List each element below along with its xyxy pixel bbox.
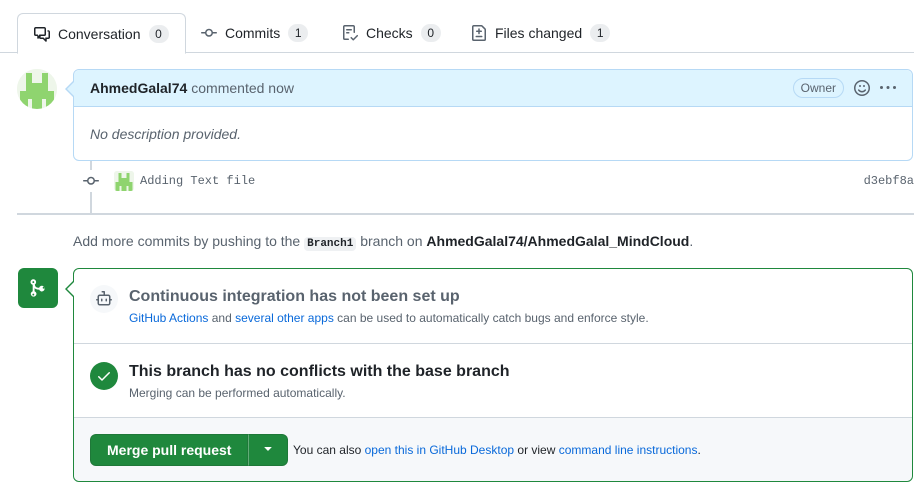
tab-label: Checks [366,25,413,41]
push-hint-prefix: Add more commits by pushing to the [73,233,301,249]
commit-row: Adding Text file d3ebf8a [80,170,914,192]
ci-section: Continuous integration has not been set … [74,269,912,344]
github-actions-link[interactable]: GitHub Actions [129,311,208,325]
tab-commits[interactable]: Commits 1 [185,13,324,53]
tab-count: 1 [590,24,611,42]
robot-icon [90,285,118,313]
repo-name: AhmedGalal74/AhmedGalal_MindCloud [426,233,690,249]
comment-header: AhmedGalal74 commented now Owner [74,70,912,107]
ci-title: Continuous integration has not been set … [129,288,460,305]
triangle-down-icon [260,441,276,460]
ci-rest: can be used to automatically catch bugs … [337,311,649,325]
comment-timestamp[interactable]: commented now [191,80,294,96]
conflicts-section: This branch has no conflicts with the ba… [74,344,912,418]
merge-action-section: Merge pull request You can also open thi… [74,418,912,481]
merge-box: Continuous integration has not been set … [65,268,913,482]
open-desktop-link[interactable]: open this in GitHub Desktop [365,443,514,457]
cli-instructions-link[interactable]: command line instructions [559,443,698,457]
other-apps-link[interactable]: several other apps [235,311,334,325]
comment-body: No description provided. [90,126,241,142]
comment-discussion-icon [34,26,50,42]
conflicts-subtitle: Merging can be performed automatically. [129,386,346,400]
also-prefix: You can also [293,443,362,457]
comment-author-link[interactable]: AhmedGalal74 [90,80,187,96]
merge-alternatives: You can also open this in GitHub Desktop… [293,443,701,457]
branch-name: Branch1 [304,237,357,251]
merge-pull-request-button[interactable]: Merge pull request [90,434,249,466]
conflicts-title: This branch has no conflicts with the ba… [129,363,510,380]
commit-author-avatar[interactable] [114,171,134,191]
tab-files-changed[interactable]: Files changed 1 [455,13,626,53]
tab-count: 0 [420,24,441,42]
merge-button-group: Merge pull request [90,434,289,466]
push-hint: Add more commits by pushing to the Branc… [73,233,694,251]
tab-label: Conversation [58,25,141,42]
git-commit-icon [201,25,217,41]
or-view: or view [517,443,556,457]
timeline-divider [17,213,914,215]
tab-label: Files changed [495,25,583,41]
owner-badge: Owner [792,78,844,98]
tab-count: 0 [148,24,169,43]
tab-count: 1 [288,24,309,42]
git-commit-icon [80,170,102,192]
check-icon [90,362,118,390]
push-hint-middle: branch on [360,233,423,249]
pr-description-comment: AhmedGalal74 commented now Owner No desc… [65,69,913,161]
merge-options-dropdown[interactable] [248,434,289,466]
commit-sha-link[interactable]: d3ebf8a [864,174,914,188]
ci-subtitle: GitHub Actions and several other apps ca… [129,311,649,325]
tab-checks[interactable]: Checks 0 [326,13,457,53]
commit-message-link[interactable]: Adding Text file [140,174,255,188]
checklist-icon [342,25,358,41]
file-diff-icon [471,25,487,41]
push-hint-suffix: . [689,233,694,249]
ci-and: and [211,311,232,325]
also-suffix: . [697,443,701,457]
smiley-icon[interactable] [854,80,870,96]
tab-conversation[interactable]: Conversation 0 [17,13,186,54]
pr-tabs: Conversation 0 Commits 1 Checks 0 Files … [0,0,914,54]
git-merge-status-icon [18,268,58,308]
kebab-horizontal-icon[interactable] [880,80,896,96]
author-avatar[interactable] [17,69,57,109]
tab-label: Commits [225,25,281,41]
